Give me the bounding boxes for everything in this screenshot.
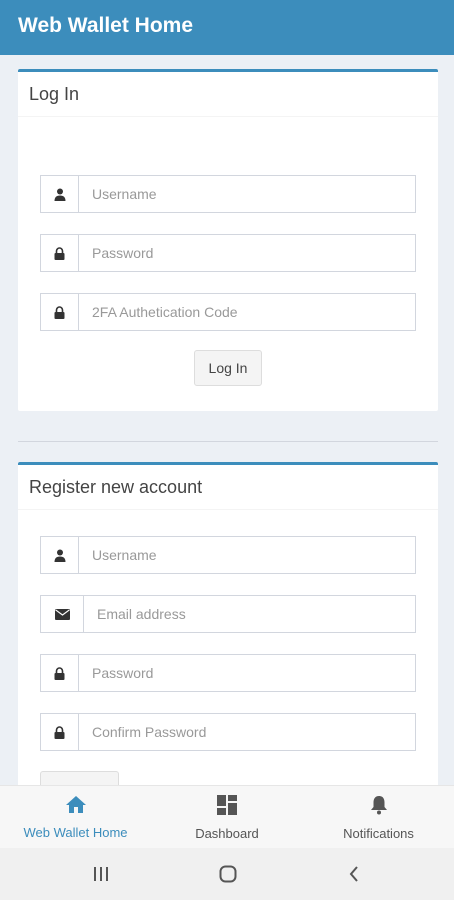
lock-icon (41, 235, 79, 271)
main-content[interactable]: Log In Log In Register new account (0, 55, 454, 785)
login-username-group (40, 175, 416, 213)
login-username-input[interactable] (79, 176, 415, 212)
register-password-input[interactable] (79, 655, 415, 691)
home-icon (65, 795, 87, 819)
app-title: Web Wallet Home (18, 14, 194, 37)
login-password-group (40, 234, 416, 272)
lock-icon (41, 294, 79, 330)
nav-item-notifications[interactable]: Notifications (303, 786, 454, 849)
register-username-group (40, 536, 416, 574)
bottom-nav: Web Wallet Home Dashboard Notifications (0, 785, 454, 848)
nav-label-home: Web Wallet Home (23, 825, 128, 840)
register-button[interactable] (40, 771, 119, 785)
lock-icon (41, 714, 79, 750)
envelope-icon (41, 596, 84, 632)
user-icon (41, 176, 79, 212)
register-email-group (40, 595, 416, 633)
bell-icon (370, 795, 388, 820)
lock-icon (41, 655, 79, 691)
register-email-input[interactable] (84, 596, 415, 632)
login-2fa-group (40, 293, 416, 331)
system-nav-bar (0, 848, 454, 900)
register-confirm-group (40, 713, 416, 751)
dashboard-icon (217, 794, 237, 820)
register-header: Register new account (18, 465, 438, 510)
nav-item-dashboard[interactable]: Dashboard (151, 786, 303, 849)
recent-apps-icon[interactable] (89, 862, 113, 886)
register-box: Register new account (18, 462, 438, 785)
login-box: Log In Log In (18, 69, 438, 411)
nav-item-home[interactable]: Web Wallet Home (0, 786, 151, 849)
section-divider (18, 441, 438, 442)
home-button-icon[interactable] (216, 862, 240, 886)
login-header: Log In (18, 72, 438, 117)
register-username-input[interactable] (79, 537, 415, 573)
user-icon (41, 537, 79, 573)
app-bar: Web Wallet Home (0, 0, 454, 55)
nav-label-notifications: Notifications (343, 825, 414, 841)
login-button[interactable]: Log In (194, 350, 262, 386)
register-confirm-input[interactable] (79, 714, 415, 750)
login-2fa-input[interactable] (79, 294, 415, 330)
login-password-input[interactable] (79, 235, 415, 271)
register-password-group (40, 654, 416, 692)
nav-label-dashboard: Dashboard (195, 825, 259, 841)
back-icon[interactable] (342, 862, 366, 886)
